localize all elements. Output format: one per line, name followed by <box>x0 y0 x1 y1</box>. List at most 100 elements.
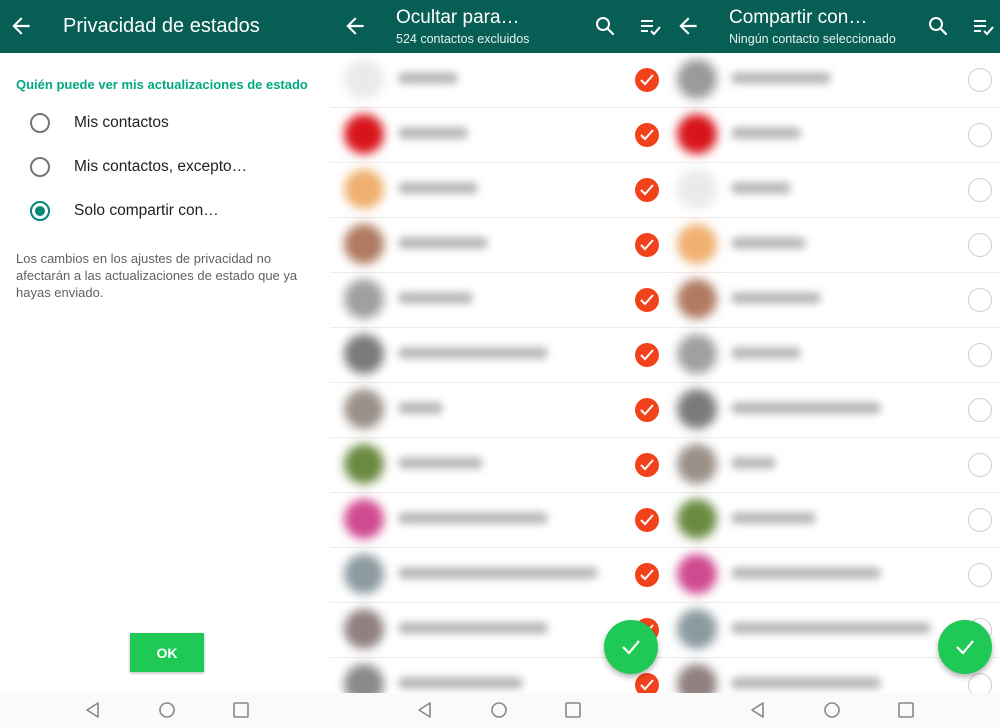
check-icon <box>640 129 654 141</box>
checkbox-unchecked[interactable] <box>968 398 992 422</box>
avatar <box>344 444 384 484</box>
select-all-icon[interactable] <box>638 14 662 38</box>
app-bar: Privacidad de estados <box>0 0 330 53</box>
page-subtitle: 524 contactos excluidos <box>396 32 530 46</box>
avatar <box>344 169 384 209</box>
nav-back-icon[interactable] <box>749 701 767 719</box>
contact-row[interactable] <box>330 493 663 548</box>
check-icon <box>956 640 974 655</box>
checkbox-unchecked[interactable] <box>968 178 992 202</box>
checkbox-checked[interactable] <box>635 68 659 92</box>
contact-row[interactable] <box>663 163 1000 218</box>
contact-name-blurred <box>398 72 458 84</box>
contact-row[interactable] <box>663 438 1000 493</box>
check-icon <box>640 459 654 471</box>
checkbox-checked[interactable] <box>635 673 659 693</box>
contact-list <box>330 53 663 693</box>
ok-button[interactable]: OK <box>130 633 204 672</box>
checkbox-checked[interactable] <box>635 453 659 477</box>
avatar <box>344 334 384 374</box>
back-arrow-icon[interactable] <box>675 13 701 39</box>
contact-name-blurred <box>731 292 821 304</box>
nav-recents-icon[interactable] <box>232 701 250 719</box>
checkbox-checked[interactable] <box>635 563 659 587</box>
contact-name-blurred <box>731 72 831 84</box>
select-all-icon[interactable] <box>971 14 995 38</box>
nav-recents-icon[interactable] <box>897 701 915 719</box>
nav-home-icon[interactable] <box>158 701 176 719</box>
contact-row[interactable] <box>663 548 1000 603</box>
nav-back-icon[interactable] <box>416 701 434 719</box>
back-arrow-icon[interactable] <box>342 13 368 39</box>
avatar <box>344 664 384 693</box>
checkbox-unchecked[interactable] <box>968 68 992 92</box>
checkbox-checked[interactable] <box>635 178 659 202</box>
checkbox-unchecked[interactable] <box>968 673 992 693</box>
checkbox-unchecked[interactable] <box>968 563 992 587</box>
contact-row[interactable] <box>330 328 663 383</box>
confirm-fab[interactable] <box>604 620 658 674</box>
search-icon[interactable] <box>593 14 617 38</box>
contact-name-blurred <box>398 567 598 579</box>
checkbox-checked[interactable] <box>635 508 659 532</box>
contact-row[interactable] <box>330 53 663 108</box>
checkbox-checked[interactable] <box>635 398 659 422</box>
page-title: Privacidad de estados <box>63 15 260 37</box>
contact-row[interactable] <box>330 273 663 328</box>
option-label: Mis contactos, excepto… <box>74 158 248 175</box>
contact-row[interactable] <box>330 548 663 603</box>
checkbox-unchecked[interactable] <box>968 453 992 477</box>
checkbox-unchecked[interactable] <box>968 343 992 367</box>
checkbox-checked[interactable] <box>635 123 659 147</box>
contact-name-blurred <box>398 622 548 634</box>
radio-button[interactable] <box>30 113 50 133</box>
checkbox-checked[interactable] <box>635 233 659 257</box>
checkbox-checked[interactable] <box>635 288 659 312</box>
avatar <box>677 114 717 154</box>
nav-home-icon[interactable] <box>823 701 841 719</box>
checkbox-checked[interactable] <box>635 343 659 367</box>
option-my-contacts[interactable]: Mis contactos <box>30 109 320 137</box>
checkbox-unchecked[interactable] <box>968 233 992 257</box>
navigation-bar <box>330 693 663 727</box>
contact-row[interactable] <box>663 493 1000 548</box>
contact-row[interactable] <box>330 383 663 438</box>
contact-row[interactable] <box>330 218 663 273</box>
page-title: Ocultar para… <box>396 7 520 28</box>
confirm-fab[interactable] <box>938 620 992 674</box>
option-my-contacts-except[interactable]: Mis contactos, excepto… <box>30 153 320 181</box>
search-icon[interactable] <box>926 14 950 38</box>
share-with-screen: Compartir con… Ningún contacto seleccion… <box>663 0 1000 727</box>
radio-button[interactable] <box>30 157 50 177</box>
option-only-share-with[interactable]: Solo compartir con… <box>30 197 320 225</box>
radio-button-selected[interactable] <box>30 201 50 221</box>
contact-row[interactable] <box>663 218 1000 273</box>
avatar <box>344 389 384 429</box>
page-title: Compartir con… <box>729 7 868 28</box>
checkbox-unchecked[interactable] <box>968 123 992 147</box>
contact-list <box>663 53 1000 693</box>
nav-recents-icon[interactable] <box>564 701 582 719</box>
back-arrow-icon[interactable] <box>8 13 34 39</box>
contact-row[interactable] <box>663 53 1000 108</box>
contact-row[interactable] <box>663 328 1000 383</box>
avatar <box>677 444 717 484</box>
contact-row[interactable] <box>663 383 1000 438</box>
contact-name-blurred <box>731 567 881 579</box>
avatar <box>677 59 717 99</box>
contact-name-blurred <box>398 402 443 414</box>
contact-name-blurred <box>398 677 523 689</box>
contact-row[interactable] <box>663 108 1000 163</box>
nav-home-icon[interactable] <box>490 701 508 719</box>
checkbox-unchecked[interactable] <box>968 288 992 312</box>
contact-name-blurred <box>731 677 881 689</box>
app-bar: Ocultar para… 524 contactos excluidos <box>330 0 663 53</box>
contact-row[interactable] <box>663 273 1000 328</box>
checkbox-unchecked[interactable] <box>968 508 992 532</box>
check-icon <box>640 349 654 361</box>
contact-row[interactable] <box>330 163 663 218</box>
contact-row[interactable] <box>330 108 663 163</box>
nav-back-icon[interactable] <box>84 701 102 719</box>
avatar <box>344 224 384 264</box>
contact-row[interactable] <box>330 438 663 493</box>
